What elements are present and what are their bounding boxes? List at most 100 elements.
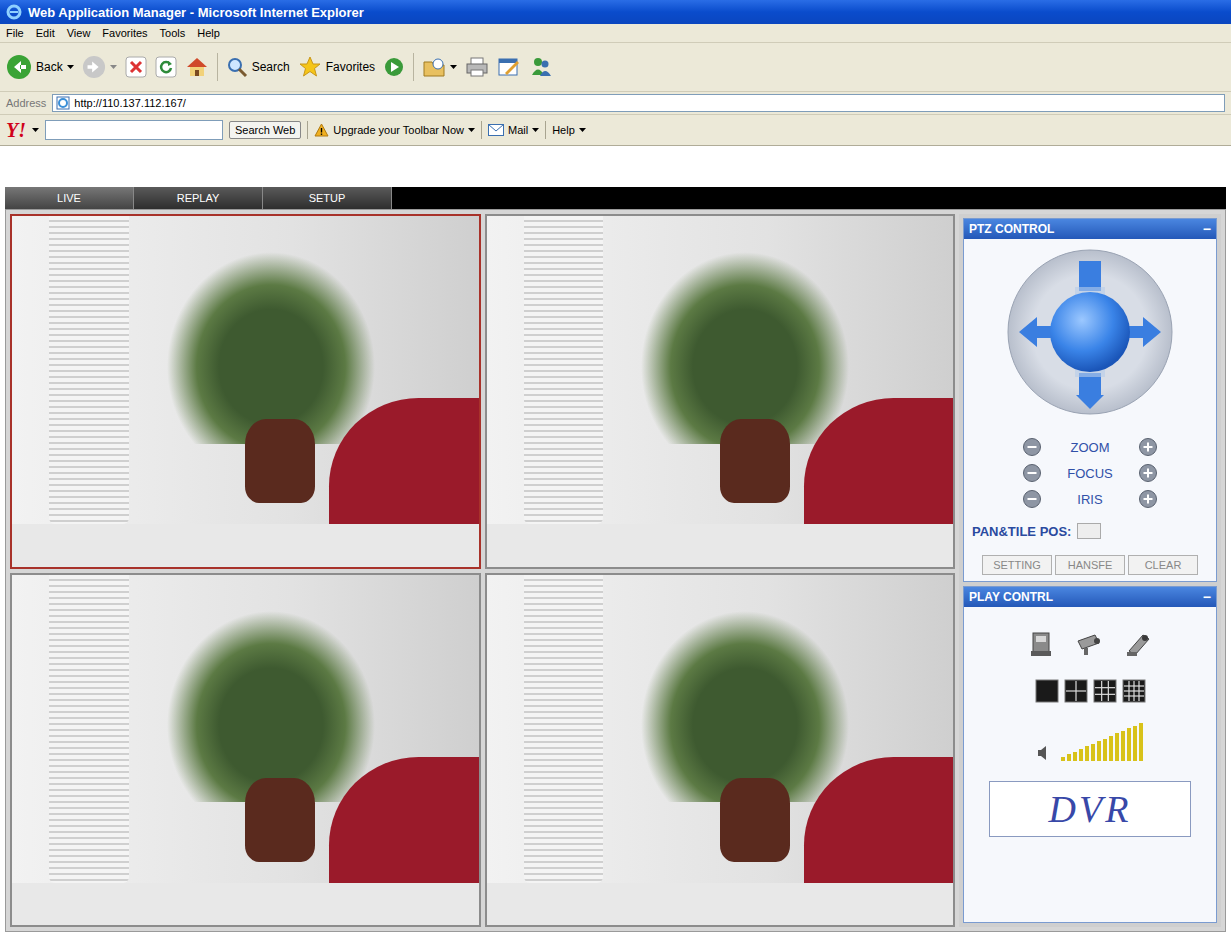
video-grid	[10, 214, 955, 927]
grid-layout-icon[interactable]	[1122, 679, 1146, 703]
pan-tilt-position: PAN&TILE POS:	[968, 523, 1101, 539]
refresh-button[interactable]	[155, 56, 177, 78]
address-bar: Address http://110.137.112.167/	[0, 92, 1231, 115]
grid-layout-icon[interactable]	[1035, 679, 1059, 703]
collapse-button[interactable]: −	[1203, 221, 1211, 237]
app-tab[interactable]: LIVE	[5, 187, 134, 209]
back-button[interactable]: Back	[6, 54, 74, 80]
dropdown-caret-icon[interactable]	[67, 65, 74, 69]
minus-icon[interactable]	[1022, 463, 1042, 483]
volume-bar	[1091, 744, 1095, 761]
history-button[interactable]	[422, 56, 457, 78]
video-tile[interactable]	[485, 573, 956, 928]
video-tile[interactable]	[485, 214, 956, 569]
pot-shape	[720, 419, 790, 503]
dropdown-caret-icon[interactable]	[450, 65, 457, 69]
volume-control[interactable]	[1037, 723, 1143, 761]
toolbar-separator	[413, 53, 414, 81]
toolbar-separator	[545, 121, 546, 139]
volume-bar	[1061, 757, 1065, 761]
mail-link[interactable]: Mail	[488, 124, 539, 136]
collapse-button[interactable]: −	[1203, 589, 1211, 605]
dropdown-caret-icon[interactable]	[110, 65, 117, 69]
heater-shape	[524, 216, 603, 524]
grid-layout-icon[interactable]	[1064, 679, 1088, 703]
dropdown-caret-icon	[532, 128, 539, 132]
stop-icon	[125, 56, 147, 78]
magnifier-icon	[226, 56, 248, 78]
dropdown-caret-icon	[468, 128, 475, 132]
ptz-control-label: IRIS	[1050, 492, 1130, 507]
media-button[interactable]	[383, 56, 405, 78]
plus-icon[interactable]	[1138, 489, 1158, 509]
volume-bar	[1103, 739, 1107, 761]
browser-window: Web Application Manager - Microsoft Inte…	[0, 0, 1231, 937]
title-bar: Web Application Manager - Microsoft Inte…	[0, 0, 1231, 24]
address-field[interactable]: http://110.137.112.167/	[52, 94, 1225, 112]
star-icon	[298, 55, 322, 79]
ptz-control-row: IRIS	[1022, 489, 1158, 509]
desk-shape	[487, 524, 954, 566]
dropdown-caret-icon	[579, 128, 586, 132]
search-web-button[interactable]: Search Web	[229, 121, 301, 139]
yahoo-search-input[interactable]	[45, 120, 223, 140]
volume-bar	[1073, 752, 1077, 761]
menu-bar: File Edit View Favorites Tools Help	[0, 24, 1231, 43]
volume-bar	[1109, 736, 1113, 761]
dvr-logo: DVR	[989, 781, 1191, 837]
ptz-button[interactable]: CLEAR	[1128, 555, 1198, 575]
camera-icon[interactable]	[1075, 629, 1105, 659]
volume-bar	[1139, 723, 1143, 761]
menu-item[interactable]: Help	[197, 27, 220, 39]
messenger-button[interactable]	[529, 55, 553, 79]
plus-icon[interactable]	[1138, 437, 1158, 457]
volume-meter[interactable]	[1061, 723, 1143, 761]
grid-layout-icon[interactable]	[1093, 679, 1117, 703]
favorites-button[interactable]: Favorites	[298, 55, 375, 79]
favorites-label: Favorites	[326, 60, 375, 74]
video-tile[interactable]	[10, 573, 481, 928]
ptz-control-label: ZOOM	[1050, 440, 1130, 455]
plant-shape	[166, 251, 376, 444]
speaker-icon[interactable]	[1037, 745, 1051, 761]
play-panel: PLAY CONTRL − DVR	[963, 586, 1217, 923]
home-button[interactable]	[185, 55, 209, 79]
play-header: PLAY CONTRL −	[964, 587, 1216, 607]
upgrade-toolbar-link[interactable]: Upgrade your Toolbar Now	[314, 123, 475, 137]
forward-button[interactable]	[82, 55, 117, 79]
main-area: PTZ CONTROL − ZOOM FOCUS IRIS PAN&TILE P…	[5, 209, 1226, 932]
plus-icon[interactable]	[1138, 463, 1158, 483]
app-tab[interactable]: SETUP	[263, 187, 392, 209]
print-button[interactable]	[465, 56, 489, 78]
desk-shape	[12, 883, 479, 925]
heater-shape	[524, 575, 603, 883]
printer-icon	[465, 56, 489, 78]
layout-button-row	[1035, 679, 1146, 703]
yahoo-logo[interactable]: Y!	[6, 119, 26, 142]
ptz-button[interactable]: SETTING	[982, 555, 1052, 575]
volume-bar	[1133, 726, 1137, 761]
minus-icon[interactable]	[1022, 489, 1042, 509]
edit-button[interactable]	[497, 56, 521, 78]
snapshot-icon[interactable]	[1027, 629, 1057, 659]
ptz-button-row: SETTINGHANSFECLEAR	[982, 555, 1198, 575]
app-tab[interactable]: REPLAY	[134, 187, 263, 209]
record-icon[interactable]	[1123, 629, 1153, 659]
search-button[interactable]: Search	[226, 56, 290, 78]
ptz-button[interactable]: HANSFE	[1055, 555, 1125, 575]
menu-item[interactable]: Tools	[160, 27, 186, 39]
stop-button[interactable]	[125, 56, 147, 78]
minus-icon[interactable]	[1022, 437, 1042, 457]
dropdown-caret-icon[interactable]	[32, 128, 39, 132]
menu-item[interactable]: File	[6, 27, 24, 39]
pan-tilt-input[interactable]	[1077, 523, 1101, 539]
help-link[interactable]: Help	[552, 124, 586, 136]
toolbar-separator	[481, 121, 482, 139]
menu-item[interactable]: Edit	[36, 27, 55, 39]
plant-shape	[640, 610, 850, 803]
menu-item[interactable]: View	[67, 27, 91, 39]
joystick-icon[interactable]	[1005, 247, 1175, 417]
volume-bar	[1097, 741, 1101, 761]
menu-item[interactable]: Favorites	[102, 27, 147, 39]
video-tile[interactable]	[10, 214, 481, 569]
